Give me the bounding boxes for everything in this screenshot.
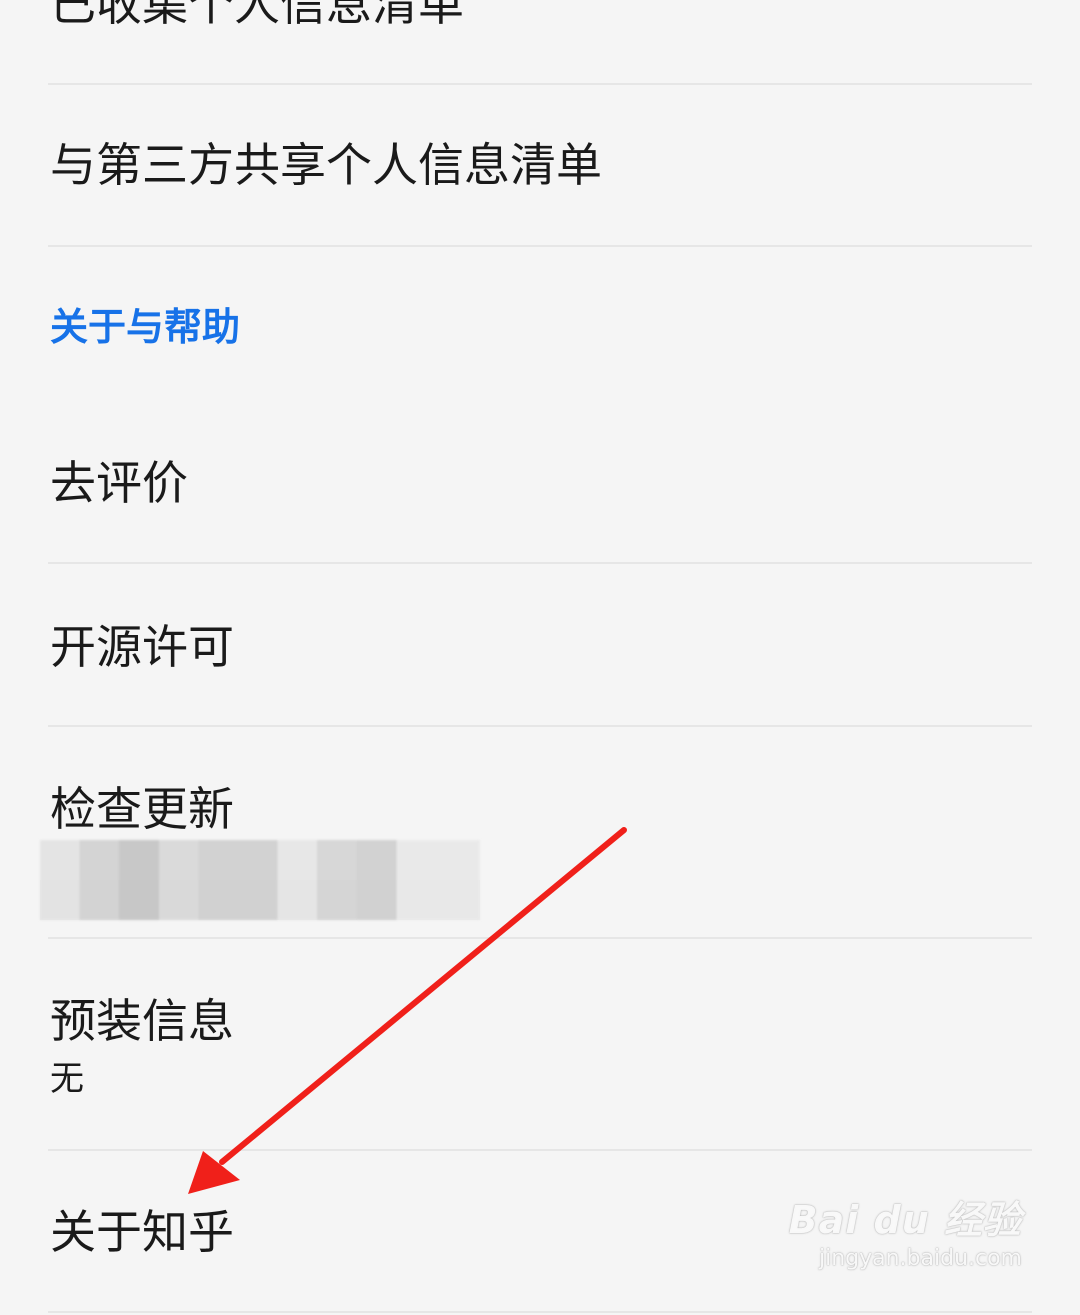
item-label: 预装信息 — [50, 994, 234, 1048]
item-label: 去评价 — [50, 456, 188, 510]
item-label: 检查更新 — [50, 782, 234, 836]
section-header-about-help: 关于与帮助 — [50, 305, 241, 349]
settings-item-preinstall-info[interactable]: 预装信息 无 — [48, 939, 1032, 1149]
settings-item-open-source-license[interactable]: 开源许可 — [48, 564, 1032, 725]
settings-item-third-party-sharing-list[interactable]: 与第三方共享个人信息清单 — [48, 85, 1032, 246]
item-label: 开源许可 — [50, 620, 234, 674]
item-value: 无 — [50, 1059, 84, 1099]
divider — [48, 1311, 1032, 1313]
baidu-jingyan-watermark: Bai du 经验 jingyan.baidu.com — [789, 1195, 1022, 1273]
settings-screen: 已收集个人信息清单 与第三方共享个人信息清单 关于与帮助 去评价 开源许可 检查… — [0, 0, 1080, 1315]
watermark-url: jingyan.baidu.com — [818, 1246, 1022, 1271]
item-label: 已收集个人信息清单 — [50, 0, 464, 31]
divider — [48, 245, 1032, 247]
settings-item-collected-info-list[interactable]: 已收集个人信息清单 — [48, 0, 1032, 84]
blurred-redaction — [40, 840, 480, 920]
settings-item-rate[interactable]: 去评价 — [48, 405, 1032, 562]
watermark-logo: Bai du 经验 — [788, 1198, 1022, 1242]
item-label: 关于知乎 — [50, 1205, 234, 1259]
item-label: 与第三方共享个人信息清单 — [50, 138, 602, 192]
